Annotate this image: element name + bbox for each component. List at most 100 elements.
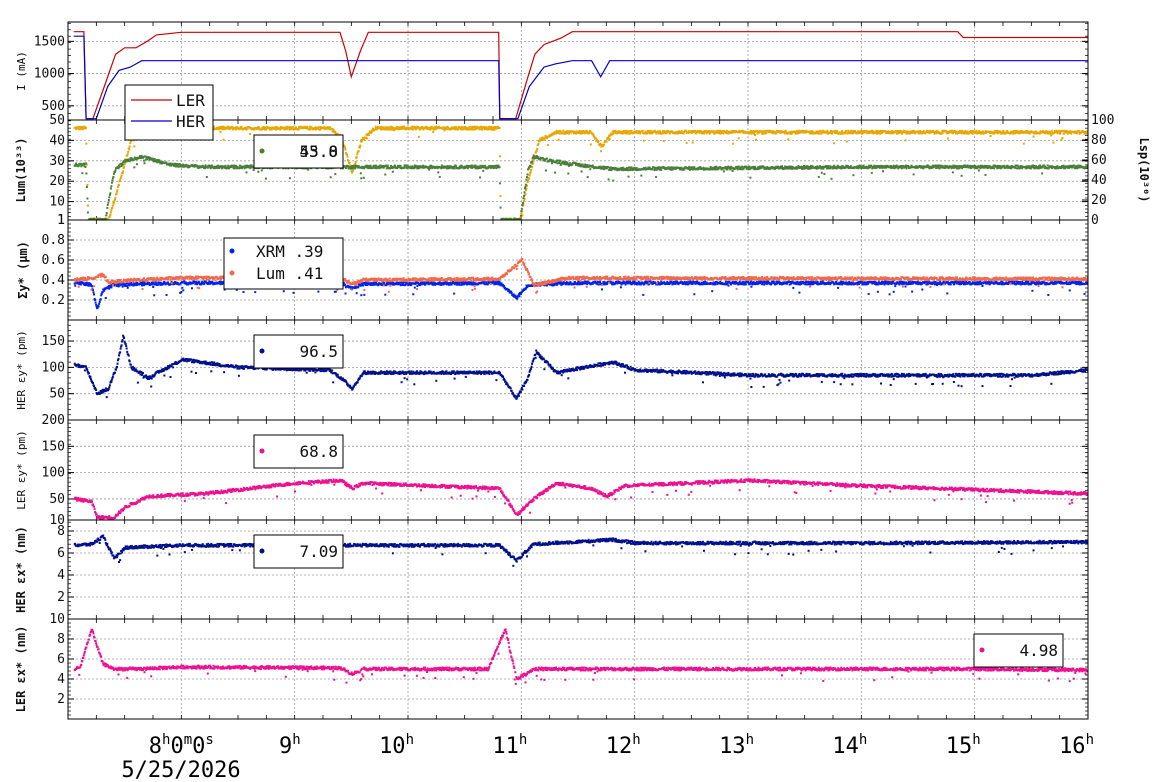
data-point [167, 281, 169, 284]
y-axis-label: Lum(10³³) [14, 137, 28, 202]
data-point [941, 131, 944, 134]
y-tick-label: 1 [57, 213, 65, 228]
y-axis-label: Σy* (μm) [16, 241, 30, 299]
series-luminosity-1 [73, 154, 1088, 222]
data-point [525, 178, 528, 181]
data-point [754, 134, 756, 136]
data-point [367, 134, 370, 136]
data-point [481, 128, 484, 131]
data-point [358, 146, 361, 149]
data-point [1052, 141, 1055, 144]
data-point [102, 221, 104, 223]
data-point [111, 204, 114, 207]
y-tick-label: 0.6 [42, 253, 65, 268]
data-point [317, 290, 320, 293]
data-point [98, 220, 100, 222]
data-point [826, 129, 829, 132]
data-point [219, 130, 222, 133]
data-point [523, 191, 526, 194]
data-point [93, 293, 95, 296]
data-point [437, 171, 440, 174]
data-point [328, 128, 331, 131]
data-point [531, 160, 534, 163]
data-point [357, 150, 360, 153]
data-point [292, 291, 295, 294]
data-point [151, 283, 154, 286]
data-point [589, 143, 592, 146]
data-point [422, 128, 425, 131]
data-point [811, 130, 814, 133]
y2-axis-label: Lsp(10³⁰) [1137, 137, 1151, 202]
data-point [660, 168, 663, 171]
data-point [257, 170, 260, 173]
data-point [329, 176, 332, 179]
data-point [655, 176, 658, 179]
y-tick-label: 10 [49, 195, 65, 210]
data-point [971, 132, 974, 135]
data-point [121, 285, 124, 288]
data-point [89, 222, 91, 224]
data-point [234, 128, 237, 131]
panel-frame [67, 119, 1089, 221]
data-point [508, 220, 510, 222]
data-point [989, 135, 992, 137]
data-point [204, 164, 207, 167]
data-point [111, 206, 114, 209]
data-point [492, 167, 495, 169]
data-point [112, 172, 115, 175]
y-tick-label: 0.2 [42, 293, 65, 308]
data-point [580, 170, 583, 173]
y2-tick-label: 20 [1091, 193, 1107, 208]
data-point [736, 168, 739, 171]
data-point [529, 164, 532, 167]
data-point [359, 172, 362, 175]
data-point [529, 170, 532, 173]
data-point [118, 184, 120, 187]
data-point [852, 132, 855, 135]
data-point [655, 168, 658, 171]
data-point [151, 157, 154, 160]
data-point [112, 175, 115, 178]
data-point [605, 140, 608, 143]
data-point [732, 142, 735, 145]
y2-tick-label: 60 [1091, 153, 1107, 168]
y-tick-label: 0.8 [42, 233, 65, 248]
machine-monitor-chart: 50010001500I (mA)11020304050020406080100… [14, 21, 1151, 782]
data-point [1061, 136, 1064, 139]
data-point [586, 176, 589, 179]
data-point [841, 130, 844, 132]
data-point [242, 291, 245, 293]
data-point [108, 196, 111, 199]
data-point [951, 171, 954, 174]
data-point [731, 169, 734, 172]
data-point [520, 210, 523, 213]
data-point [95, 303, 98, 306]
data-point [520, 207, 523, 210]
data-point [334, 173, 337, 176]
panel-frame [67, 21, 1089, 121]
data-point [105, 212, 108, 214]
plot-area [73, 125, 1088, 224]
data-point [153, 294, 156, 297]
data-point [354, 167, 357, 170]
data-point [823, 173, 826, 175]
data-point [482, 169, 485, 172]
data-point [252, 169, 255, 171]
data-point [537, 142, 540, 145]
data-point [114, 198, 116, 201]
data-point [110, 286, 113, 289]
data-point [165, 294, 168, 296]
y2-tick-label: 100 [1091, 113, 1114, 128]
data-point [91, 285, 93, 288]
data-point [1002, 129, 1005, 132]
data-point [836, 130, 839, 132]
data-point [362, 176, 365, 179]
data-point [525, 183, 527, 186]
data-point [344, 292, 347, 295]
data-point [106, 206, 109, 209]
data-point [827, 165, 830, 167]
data-point [498, 166, 501, 169]
data-point [99, 298, 102, 301]
data-point [354, 161, 357, 163]
data-point [98, 302, 101, 305]
